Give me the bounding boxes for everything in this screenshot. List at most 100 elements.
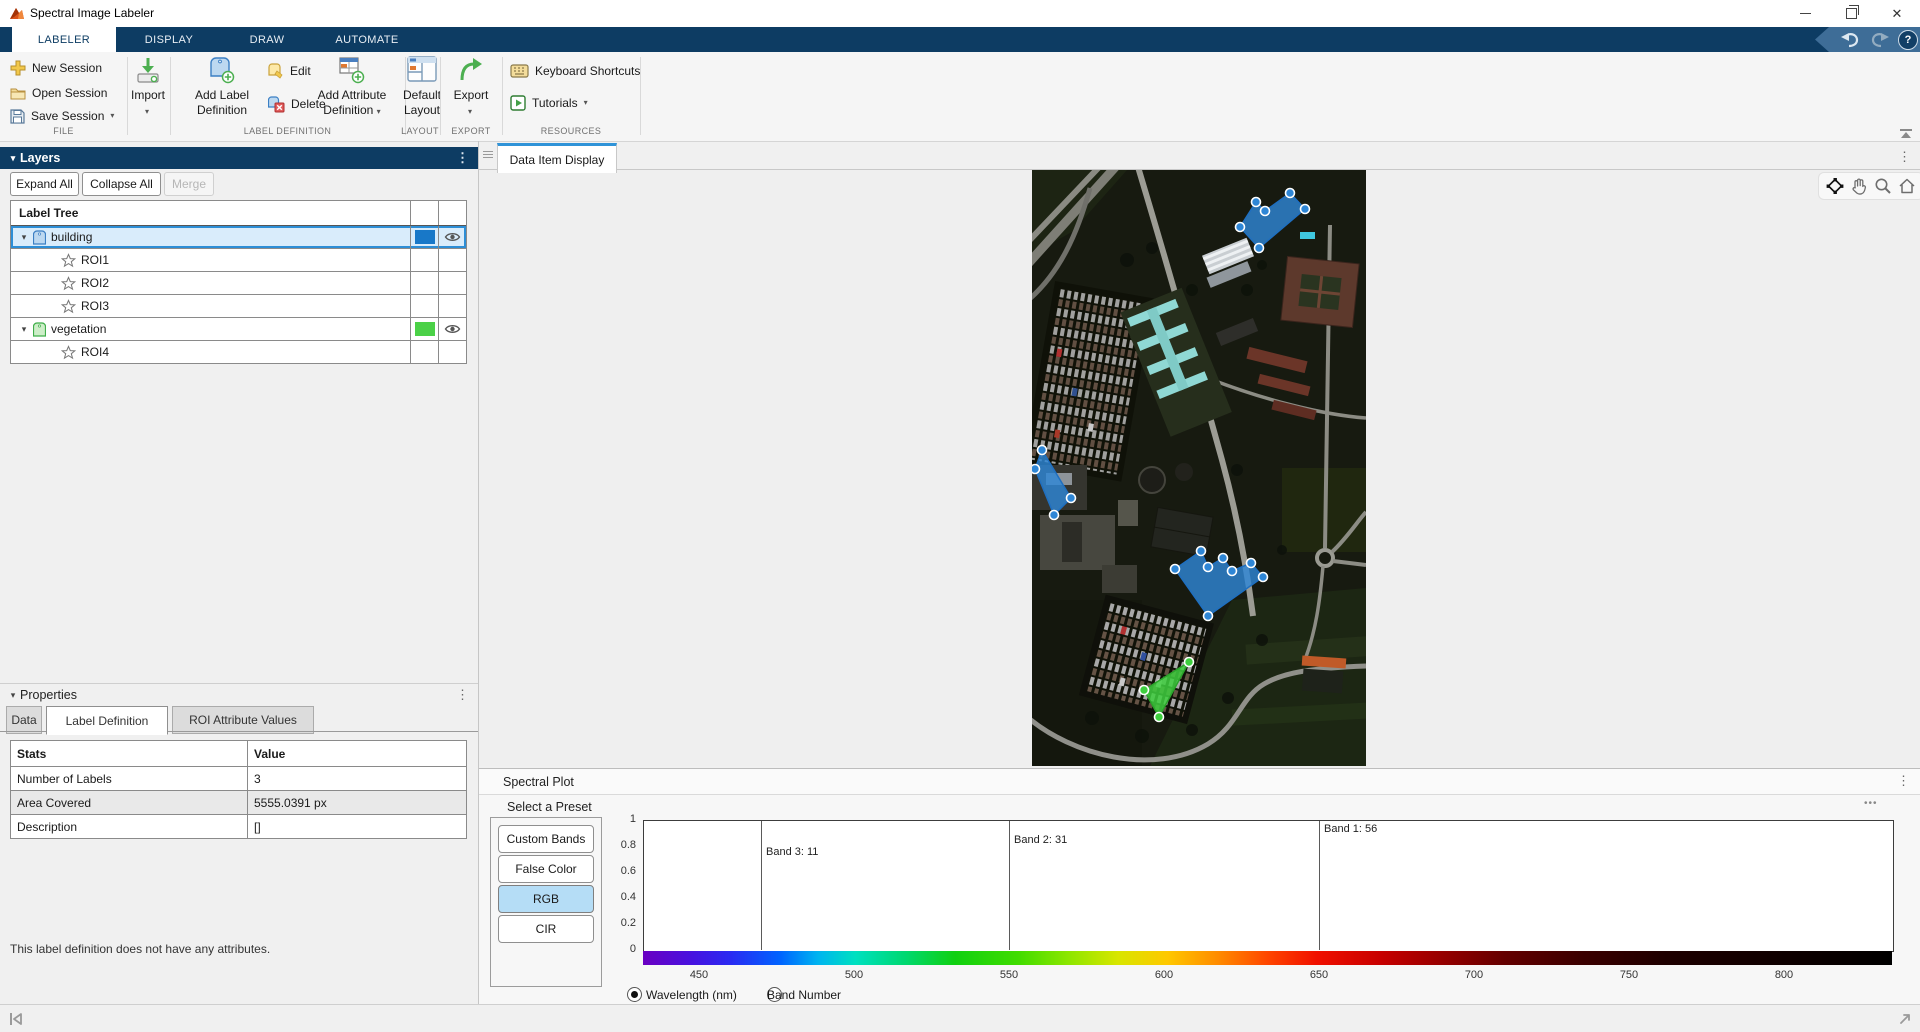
- zoom-icon[interactable]: [1874, 177, 1892, 195]
- wavelength-radio[interactable]: [627, 987, 642, 1002]
- stats-col-header: Stats: [11, 741, 248, 766]
- expand-corner-icon[interactable]: [1898, 1012, 1912, 1026]
- export-dropdown-icon: ▾: [468, 108, 472, 116]
- divider: [640, 57, 641, 135]
- label-tag-icon: [33, 230, 46, 245]
- x-tick: 600: [1144, 969, 1184, 981]
- pan-hand-icon[interactable]: [1850, 177, 1868, 195]
- keyboard-shortcuts-icon: [510, 64, 529, 78]
- preset-label: Select a Preset: [507, 800, 592, 814]
- tab-display[interactable]: DISPLAY: [116, 27, 222, 52]
- layers-collapse-icon: ▾: [6, 153, 20, 164]
- vegetation-color-swatch[interactable]: [415, 322, 435, 336]
- tutorials-icon: [510, 95, 526, 111]
- roi-star-icon: [61, 345, 76, 360]
- building-collapse-icon[interactable]: ▾: [17, 232, 31, 243]
- section-caption-resources: RESOURCES: [502, 126, 640, 136]
- minimize-button[interactable]: [1782, 0, 1828, 27]
- ribbon-collapse-icon[interactable]: [1898, 128, 1914, 140]
- vegetation-visibility-eye-icon[interactable]: [444, 323, 461, 335]
- merge-button[interactable]: Merge: [164, 172, 214, 196]
- save-session-icon: [10, 109, 25, 124]
- add-attribute-dropdown-icon: ▾: [377, 107, 381, 116]
- tree-row-vegetation[interactable]: ▾ vegetation: [11, 318, 466, 341]
- tab-drag-handle-icon[interactable]: [483, 151, 493, 158]
- roi-star-icon: [61, 276, 76, 291]
- title-bar: Spectral Image Labeler ✕: [0, 0, 1920, 27]
- spectral-plot-axes[interactable]: [643, 820, 1894, 952]
- layers-menu-icon[interactable]: ⋮: [456, 151, 469, 164]
- app-logo-icon: [8, 5, 25, 22]
- tree-row-roi1[interactable]: ROI1: [11, 249, 466, 272]
- collapse-all-button[interactable]: Collapse All: [82, 172, 161, 196]
- help-icon[interactable]: ?: [1898, 30, 1918, 50]
- close-button[interactable]: ✕: [1874, 0, 1920, 27]
- band-1-line[interactable]: [1319, 821, 1320, 950]
- y-tick: 0.6: [600, 865, 636, 877]
- open-session-button[interactable]: Open Session: [10, 84, 107, 102]
- preset-false-color-button[interactable]: False Color: [498, 855, 594, 883]
- vegetation-collapse-icon[interactable]: ▾: [17, 324, 31, 335]
- stats-table-header-row: Stats Value: [11, 741, 466, 767]
- preset-cir-button[interactable]: CIR: [498, 915, 594, 943]
- home-icon[interactable]: [1898, 177, 1916, 195]
- display-menu-icon[interactable]: ⋮: [1898, 150, 1911, 163]
- tree-row-building[interactable]: ▾ building: [11, 226, 466, 249]
- status-bar: [0, 1004, 1920, 1032]
- properties-panel-header[interactable]: ▾ Properties ⋮: [0, 683, 478, 706]
- table-row: Number of Labels 3: [11, 767, 466, 791]
- preset-custom-bands-button[interactable]: Custom Bands: [498, 825, 594, 853]
- plot-overflow-icon[interactable]: •••: [1864, 798, 1878, 809]
- tab-automate[interactable]: AUTOMATE: [312, 27, 422, 52]
- tab-data-item-display[interactable]: Data Item Display: [497, 143, 617, 173]
- restore-icon: [1846, 8, 1857, 19]
- open-session-icon: [10, 86, 26, 100]
- restore-button[interactable]: [1828, 0, 1874, 27]
- preset-rgb-button[interactable]: RGB: [498, 885, 594, 913]
- tab-label-definition[interactable]: Label Definition: [46, 706, 168, 735]
- properties-collapse-icon: ▾: [6, 690, 20, 701]
- band-3-line[interactable]: [761, 821, 762, 950]
- spectral-plot-menu-icon[interactable]: ⋮: [1897, 774, 1910, 787]
- tab-roi-attribute-values[interactable]: ROI Attribute Values: [172, 706, 314, 734]
- default-layout-icon: [407, 56, 437, 82]
- satellite-image[interactable]: [1032, 170, 1366, 766]
- app-window: Spectral Image Labeler ✕ LABELER DISPLAY…: [0, 0, 1920, 1032]
- edit-label-button[interactable]: Edit: [268, 62, 311, 80]
- layers-panel-header[interactable]: ▾ Layers ⋮: [0, 147, 478, 169]
- section-caption-export: EXPORT: [440, 126, 502, 136]
- tab-draw[interactable]: DRAW: [222, 27, 312, 52]
- band-1-label: Band 1: 56: [1324, 823, 1377, 835]
- tree-label: ROI1: [81, 253, 109, 267]
- new-session-button[interactable]: New Session: [10, 59, 102, 77]
- building-visibility-eye-icon[interactable]: [444, 231, 461, 243]
- tutorials-dropdown-icon[interactable]: ▾: [584, 99, 588, 107]
- save-session-dropdown-icon[interactable]: ▾: [110, 112, 114, 120]
- spectral-plot-title: Spectral Plot: [503, 775, 574, 789]
- building-color-swatch[interactable]: [415, 230, 435, 244]
- roi-star-icon: [61, 253, 76, 268]
- collapse-left-panel-icon[interactable]: [8, 1011, 24, 1027]
- roi-edit-tool-icon[interactable]: [1826, 177, 1844, 195]
- undo-icon[interactable]: [1840, 31, 1862, 48]
- export-icon: [458, 56, 484, 82]
- keyboard-shortcuts-button[interactable]: Keyboard Shortcuts: [510, 62, 640, 80]
- properties-menu-icon[interactable]: ⋮: [456, 688, 469, 701]
- band-2-line[interactable]: [1009, 821, 1010, 950]
- table-row[interactable]: Description []: [11, 815, 466, 838]
- tab-data[interactable]: Data: [6, 706, 42, 734]
- redo-icon[interactable]: [1868, 31, 1890, 48]
- divider: [440, 57, 441, 135]
- wavelength-radio-label: Wavelength (nm): [646, 988, 737, 1002]
- tree-row-roi4[interactable]: ROI4: [11, 341, 466, 363]
- tab-labeler[interactable]: LABELER: [12, 27, 116, 52]
- tree-row-roi2[interactable]: ROI2: [11, 272, 466, 295]
- label-tree-header-row: Label Tree: [11, 201, 466, 226]
- spectral-plot-header[interactable]: Spectral Plot ⋮: [479, 769, 1920, 795]
- tree-row-roi3[interactable]: ROI3: [11, 295, 466, 318]
- tutorials-button[interactable]: Tutorials ▾: [510, 94, 588, 112]
- expand-all-button[interactable]: Expand All: [10, 172, 79, 196]
- delete-icon: [268, 96, 285, 113]
- tree-label: ROI2: [81, 276, 109, 290]
- save-session-button[interactable]: Save Session ▾: [10, 107, 114, 125]
